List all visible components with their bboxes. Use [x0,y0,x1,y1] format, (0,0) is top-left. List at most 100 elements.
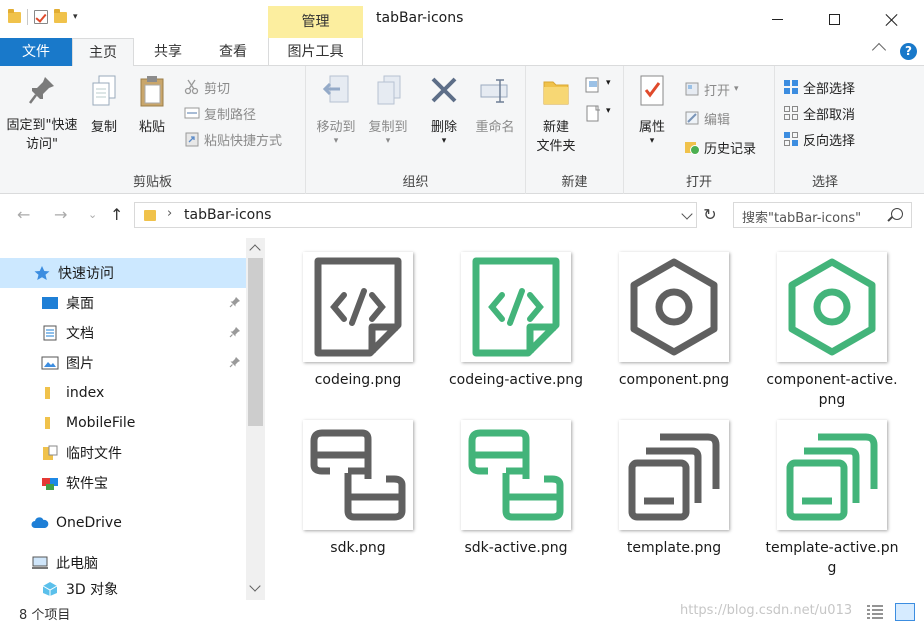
item-count: 8 个项目 [19,608,71,623]
invert-selection-label: 反向选择 [803,133,856,149]
copy-path-button[interactable]: 复制路径 [184,102,256,124]
nav-item-index[interactable]: index [0,378,246,408]
close-button[interactable] [868,0,914,38]
group-label-organize: 组织 [402,175,429,190]
paste-shortcut-button[interactable]: 粘贴快捷方式 [184,128,282,150]
nav-item-documents[interactable]: 文档 [0,318,246,348]
tab-file[interactable]: 文件 [0,38,72,66]
copy-button[interactable]: 复制 [84,74,124,137]
select-none-button[interactable]: 全部取消 [783,102,855,124]
nav-item-this-pc[interactable]: 此电脑 [0,548,246,578]
file-item[interactable]: sdk.png [288,420,428,558]
file-item[interactable]: template.png [604,420,744,558]
copy-to-icon [377,75,401,105]
new-folder-button[interactable]: 新建 文件夹 [530,74,582,156]
properties-button[interactable]: 属性 ▾ [630,74,674,146]
tab-share[interactable]: 共享 [138,38,198,66]
file-item[interactable]: template-active.png [762,420,902,578]
nav-item-quick-access[interactable]: 快速访问 [0,258,246,288]
edit-label: 编辑 [704,112,731,128]
address-dropdown-icon[interactable] [681,208,693,220]
new-item-icon[interactable] [584,76,604,96]
address-bar[interactable]: › tabBar-icons [134,202,697,228]
copy-to-button[interactable]: 复制到 ▾ [362,74,414,146]
nav-label: 此电脑 [56,556,98,572]
rename-label: 重命名 [475,120,515,135]
pin-quick-access-button[interactable]: 固定到"快速访问" [6,74,78,154]
minimize-button[interactable] [754,0,800,38]
help-icon[interactable]: ? [900,43,917,60]
edit-button[interactable]: 编辑 [684,107,730,129]
easy-access-dropdown-icon[interactable]: ▾ [606,106,611,116]
nav-item-software[interactable]: 软件宝 [0,468,246,498]
pin-icon[interactable] [229,356,241,368]
large-icons-view-icon[interactable] [895,603,915,621]
folder-shortcut-icon [43,445,58,460]
easy-access-icon[interactable] [584,104,604,124]
history-label: 历史记录 [704,141,757,157]
history-button[interactable]: 历史记录 [684,136,756,158]
tab-view[interactable]: 查看 [203,38,263,66]
nav-label: 图片 [66,356,94,372]
breadcrumb[interactable]: tabBar-icons [184,207,271,223]
search-input[interactable]: 搜索"tabBar-icons" [733,202,912,228]
file-name: component-active.png [766,372,898,408]
move-to-button[interactable]: 移动到 ▾ [312,74,360,146]
select-all-button[interactable]: 全部选择 [783,76,855,98]
refresh-icon[interactable]: ↻ [701,206,719,224]
delete-button[interactable]: 删除 ▾ [422,74,466,146]
file-item[interactable]: codeing-active.png [446,252,586,390]
collapse-ribbon-icon[interactable] [871,42,887,58]
recent-locations-chevron-icon[interactable]: ⌄ [88,208,97,221]
nav-item-temp-files[interactable]: 临时文件 [0,438,246,468]
pin-icon[interactable] [229,296,241,308]
maximize-button[interactable] [811,0,857,38]
folder-icon [45,417,50,429]
up-arrow-icon[interactable]: ↑ [110,205,123,224]
tab-home[interactable]: 主页 [72,38,134,67]
new-folder-icon[interactable] [54,8,67,23]
close-icon [885,13,898,26]
new-item-dropdown-icon[interactable]: ▾ [606,78,611,88]
forward-arrow-icon[interactable]: → [54,205,67,224]
nav-label: OneDrive [56,515,122,531]
tab-manage[interactable]: 管理 [268,6,363,38]
move-to-dropdown-icon: ▾ [333,136,339,146]
file-item[interactable]: codeing.png [288,252,428,390]
rename-button[interactable]: 重命名 [468,74,522,137]
back-arrow-icon[interactable]: ← [17,205,30,224]
group-label-clipboard: 剪贴板 [132,175,172,190]
properties-check-icon[interactable] [34,10,48,24]
group-clipboard: 固定到"快速访问" 复制 粘贴 剪切 复制路径 粘贴快捷方式 剪贴板 [0,66,306,194]
nav-item-pictures[interactable]: 图片 [0,348,246,378]
nav-scrollbar[interactable] [246,238,265,600]
file-item[interactable]: component.png [604,252,744,390]
paste-button[interactable]: 粘贴 [132,74,172,137]
copy-to-label: 复制到 [368,120,408,135]
scrollbar-thumb[interactable] [248,258,263,426]
scroll-up-icon[interactable] [249,244,261,256]
open-button[interactable]: 打开 ▾ [684,78,739,100]
properties-label: 属性 [638,120,665,135]
quick-access-toolbar: ▾ [8,8,78,25]
nav-item-3d-objects[interactable]: 3D 对象 [0,578,246,600]
open-label: 打开 [704,83,731,99]
tab-picture-tools[interactable]: 图片工具 [268,38,363,66]
nav-item-onedrive[interactable]: OneDrive [0,508,246,538]
invert-selection-button[interactable]: 反向选择 [783,128,855,150]
file-item[interactable]: component-active.png [762,252,902,410]
properties-icon [640,75,664,106]
breadcrumb-chevron-icon[interactable]: › [167,206,172,221]
pin-icon[interactable] [229,326,241,338]
cut-button[interactable]: 剪切 [184,76,230,98]
sdk-icon [468,429,564,521]
nav-item-desktop[interactable]: 桌面 [0,288,246,318]
nav-item-mobilefile[interactable]: MobileFile [0,408,246,438]
file-item[interactable]: sdk-active.png [446,420,586,558]
scroll-down-icon[interactable] [249,580,261,592]
folder-icon[interactable] [8,8,21,23]
file-name: codeing-active.png [448,372,584,388]
details-view-icon[interactable] [866,604,884,620]
customize-dropdown-icon[interactable]: ▾ [73,12,78,22]
maximize-icon [828,13,840,25]
